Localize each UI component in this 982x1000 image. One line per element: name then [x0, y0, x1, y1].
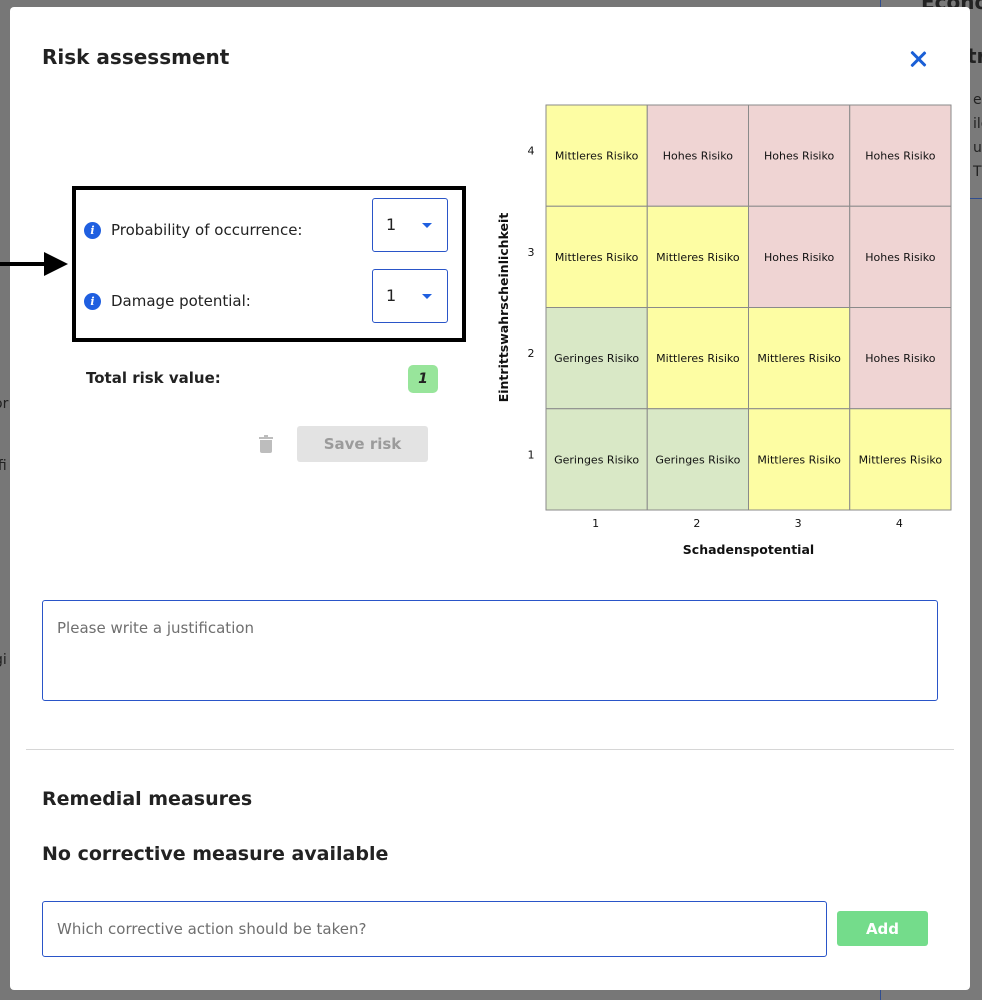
matrix-cell-label: Mittleres Risiko [859, 453, 943, 466]
matrix-cell-label: Geringes Risiko [554, 453, 639, 466]
x-tick-label: 4 [896, 517, 903, 530]
y-tick-label: 1 [528, 448, 535, 461]
total-risk-label: Total risk value: [86, 369, 221, 387]
close-icon[interactable] [906, 47, 930, 71]
arrow-annotation-icon [0, 262, 44, 266]
risk-inputs-highlight: i Probability of occurrence: 1 i Damage … [72, 186, 466, 342]
info-icon[interactable]: i [84, 221, 101, 239]
background-text: or [0, 396, 9, 412]
justification-placeholder: Please write a justification [57, 619, 255, 637]
matrix-cell-label: Mittleres Risiko [656, 251, 740, 264]
probability-value: 1 [386, 215, 397, 234]
arrow-head-icon [44, 252, 68, 276]
caret-down-icon [422, 223, 432, 228]
y-axis-label: Eintrittswahrscheinlichkeit [496, 213, 511, 403]
matrix-cell-label: Mittleres Risiko [555, 150, 639, 163]
remedial-measures-title: Remedial measures [42, 788, 253, 810]
background-text: en [973, 92, 982, 108]
risk-assessment-modal: Risk assessment i Probability of occurre… [0, 7, 970, 990]
probability-row: i Probability of occurrence: [84, 210, 302, 250]
matrix-cell-label: Mittleres Risiko [656, 352, 740, 365]
x-tick-label: 1 [592, 517, 599, 530]
save-risk-button[interactable]: Save risk [297, 426, 428, 462]
matrix-cell-label: Mittleres Risiko [757, 453, 841, 466]
background-text: ifi [0, 458, 7, 474]
matrix-cell-label: Hohes Risiko [764, 150, 834, 163]
background-text: gi [0, 652, 7, 668]
modal-title: Risk assessment [42, 45, 230, 69]
x-tick-label: 3 [795, 517, 802, 530]
y-tick-label: 4 [528, 145, 535, 158]
caret-down-icon [422, 294, 432, 299]
damage-label: Damage potential: [111, 292, 251, 310]
x-axis-label: Schadenspotential [683, 542, 814, 557]
damage-select[interactable]: 1 [372, 269, 448, 323]
matrix-cell-label: Hohes Risiko [865, 150, 935, 163]
probability-select[interactable]: 1 [372, 198, 448, 252]
background-text: TS [973, 164, 982, 180]
section-divider [26, 749, 954, 750]
corrective-action-input[interactable]: Which corrective action should be taken? [42, 901, 827, 957]
matrix-cell-label: Mittleres Risiko [757, 352, 841, 365]
corrective-action-placeholder: Which corrective action should be taken? [57, 920, 367, 938]
matrix-cell-label: Mittleres Risiko [555, 251, 639, 264]
y-tick-label: 3 [528, 246, 535, 259]
y-tick-label: 2 [528, 347, 535, 360]
matrix-cell-label: Hohes Risiko [865, 352, 935, 365]
matrix-cell-label: Hohes Risiko [764, 251, 834, 264]
damage-row: i Damage potential: [84, 281, 251, 321]
background-text: ilo [973, 116, 982, 132]
add-button[interactable]: Add [837, 911, 928, 946]
x-tick-label: 2 [693, 517, 700, 530]
info-icon[interactable]: i [84, 292, 101, 310]
matrix-cell-label: Hohes Risiko [663, 150, 733, 163]
no-measures-message: No corrective measure available [42, 843, 389, 865]
matrix-cell-label: Geringes Risiko [554, 352, 639, 365]
matrix-cell-label: Hohes Risiko [865, 251, 935, 264]
risk-matrix: Mittleres Risiko Hohes Risiko Hohes Risiko… [496, 104, 952, 557]
justification-textarea[interactable]: Please write a justification [42, 600, 938, 701]
matrix-cell-label: Geringes Risiko [655, 453, 740, 466]
damage-value: 1 [386, 286, 397, 305]
background-text: ul [973, 140, 982, 156]
probability-label: Probability of occurrence: [111, 221, 303, 239]
trash-icon[interactable] [259, 435, 273, 453]
total-risk-badge: 1 [408, 365, 438, 393]
